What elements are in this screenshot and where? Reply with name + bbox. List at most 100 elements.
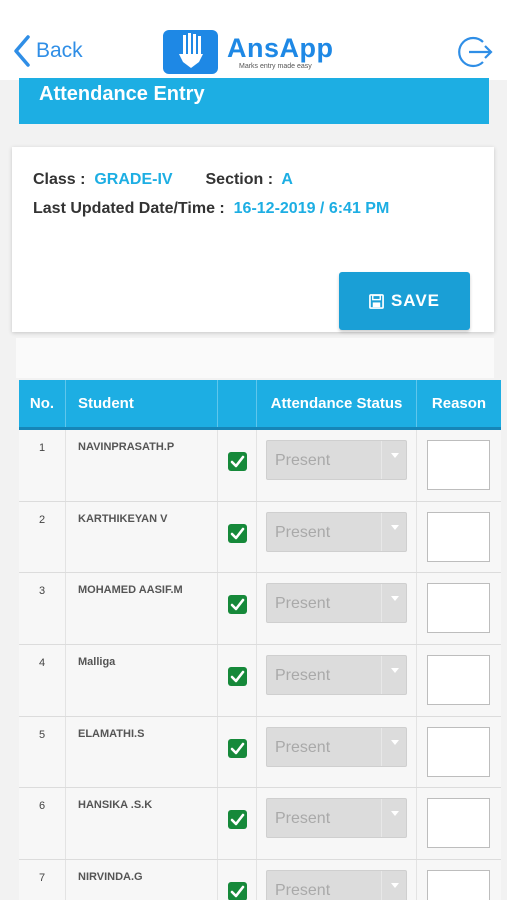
reason-cell bbox=[417, 573, 501, 644]
top-nav-bar: Back AnsApp Marks entry made easy bbox=[0, 0, 507, 80]
row-number: 1 bbox=[38, 442, 46, 454]
attendance-status-select[interactable]: Present bbox=[266, 726, 407, 767]
checkbox-checked-icon bbox=[230, 599, 245, 611]
attendance-status-select[interactable]: Present bbox=[266, 583, 407, 624]
reason-cell bbox=[417, 645, 501, 716]
floppy-disk-icon bbox=[369, 293, 384, 309]
header-check bbox=[218, 380, 257, 427]
header-no: No. bbox=[19, 380, 66, 427]
attendance-status-cell: Present bbox=[257, 501, 417, 573]
row-number: 7 bbox=[38, 872, 46, 885]
page-title: Attendance Entry bbox=[19, 78, 489, 124]
dropdown-arrow-icon bbox=[381, 656, 406, 695]
reason-input[interactable] bbox=[427, 440, 490, 490]
student-cell: NAVINPRASATH.P bbox=[66, 430, 218, 501]
attendance-status-cell: Present bbox=[257, 860, 417, 900]
logout-button[interactable] bbox=[458, 34, 494, 70]
table-row: 7 NIRVINDA.G Present bbox=[19, 860, 501, 900]
checkbox-checked-icon bbox=[230, 885, 245, 898]
student-name: HANSIKA .S.K bbox=[78, 799, 153, 812]
reason-input[interactable] bbox=[427, 870, 490, 900]
present-checkbox[interactable] bbox=[228, 523, 247, 543]
dropdown-arrow-icon bbox=[381, 441, 406, 479]
row-number-cell: 7 bbox=[19, 860, 66, 900]
reason-input[interactable] bbox=[427, 511, 490, 562]
class-value: GRADE-IV bbox=[94, 171, 173, 188]
header-reason: Reason bbox=[431, 395, 487, 412]
attendance-status-cell: Present bbox=[257, 573, 417, 645]
attendance-status-select[interactable]: Present bbox=[266, 511, 407, 552]
attendance-status-cell: Present bbox=[257, 788, 417, 860]
reason-cell bbox=[417, 502, 501, 573]
last-updated-value: 16-12-2019 / 6:41 PM bbox=[233, 200, 390, 217]
attendance-status-cell: Present bbox=[257, 716, 417, 788]
checkbox-checked-icon bbox=[230, 527, 245, 539]
student-cell: KARTHIKEYAN V bbox=[66, 501, 218, 573]
reason-input[interactable] bbox=[427, 726, 490, 777]
app-tagline: Marks entry made easy bbox=[239, 62, 312, 70]
present-checkbox-cell bbox=[218, 573, 257, 645]
attendance-status-value: Present bbox=[275, 810, 331, 828]
checkbox-checked-icon bbox=[230, 814, 245, 826]
attendance-status-select[interactable]: Present bbox=[266, 440, 407, 480]
present-checkbox[interactable] bbox=[228, 595, 247, 615]
table-header: No. Student Attendance Status Reason bbox=[19, 380, 501, 430]
present-checkbox-cell bbox=[218, 716, 257, 788]
back-label: Back bbox=[36, 39, 83, 62]
app-name: AnsApp bbox=[227, 32, 334, 63]
attendance-status-value: Present bbox=[275, 738, 331, 756]
spacer-strip bbox=[16, 338, 494, 378]
reason-input[interactable] bbox=[427, 798, 490, 849]
student-name: KARTHIKEYAN V bbox=[78, 512, 168, 525]
present-checkbox-cell bbox=[218, 430, 257, 501]
table-row: 5 ELAMATHI.S Present bbox=[19, 716, 501, 789]
reason-cell bbox=[417, 788, 501, 859]
present-checkbox[interactable] bbox=[228, 810, 247, 830]
checkbox-checked-icon bbox=[230, 742, 245, 755]
table-row: 1 NAVINPRASATH.P Present bbox=[19, 430, 501, 502]
student-name: NAVINPRASATH.P bbox=[78, 441, 175, 453]
reason-cell bbox=[417, 860, 501, 900]
reason-input[interactable] bbox=[427, 583, 490, 634]
attendance-status-select[interactable]: Present bbox=[266, 798, 407, 839]
checkbox-checked-icon bbox=[230, 455, 245, 468]
row-number-cell: 5 bbox=[19, 716, 66, 788]
attendance-table: No. Student Attendance Status Reason 1 NA… bbox=[19, 380, 501, 900]
reason-input[interactable] bbox=[427, 655, 490, 706]
present-checkbox-cell bbox=[218, 645, 257, 716]
attendance-status-select[interactable]: Present bbox=[266, 870, 407, 900]
row-number-cell: 4 bbox=[19, 645, 66, 716]
section-value: A bbox=[281, 171, 293, 188]
row-number-cell: 2 bbox=[19, 501, 66, 573]
row-number: 4 bbox=[38, 657, 46, 670]
save-label: SAVE bbox=[390, 291, 441, 310]
back-button[interactable]: Back bbox=[12, 34, 83, 68]
student-cell: Malliga bbox=[66, 645, 218, 716]
attendance-status-cell: Present bbox=[257, 645, 417, 716]
student-cell: NIRVINDA.G bbox=[66, 860, 218, 900]
attendance-status-select[interactable]: Present bbox=[266, 655, 407, 696]
table-row: 6 HANSIKA .S.K Present bbox=[19, 788, 501, 861]
attendance-status-value: Present bbox=[275, 452, 331, 469]
present-checkbox[interactable] bbox=[228, 667, 247, 687]
present-checkbox[interactable] bbox=[228, 452, 247, 471]
row-number: 6 bbox=[38, 800, 46, 813]
header-student: Student bbox=[66, 380, 218, 427]
chevron-left-icon bbox=[14, 35, 30, 67]
present-checkbox[interactable] bbox=[228, 738, 247, 758]
student-name: MOHAMED AASIF.M bbox=[78, 584, 183, 597]
present-checkbox[interactable] bbox=[228, 882, 247, 900]
checkbox-checked-icon bbox=[230, 670, 245, 683]
row-number: 5 bbox=[38, 728, 46, 741]
section-label: Section : bbox=[205, 171, 274, 188]
attendance-status-cell: Present bbox=[257, 430, 417, 501]
dropdown-arrow-icon bbox=[381, 727, 406, 766]
save-button[interactable]: SAVE bbox=[339, 272, 470, 330]
table-body: 1 NAVINPRASATH.P Present 2 KARTHIKEYAN V Pres… bbox=[19, 430, 501, 900]
row-number: 2 bbox=[38, 513, 46, 526]
table-row: 2 KARTHIKEYAN V Present bbox=[19, 501, 501, 574]
class-label: Class : bbox=[33, 171, 86, 188]
dropdown-arrow-icon bbox=[381, 799, 406, 838]
table-row: 4 Malliga Present bbox=[19, 645, 501, 717]
attendance-status-value: Present bbox=[275, 523, 331, 541]
